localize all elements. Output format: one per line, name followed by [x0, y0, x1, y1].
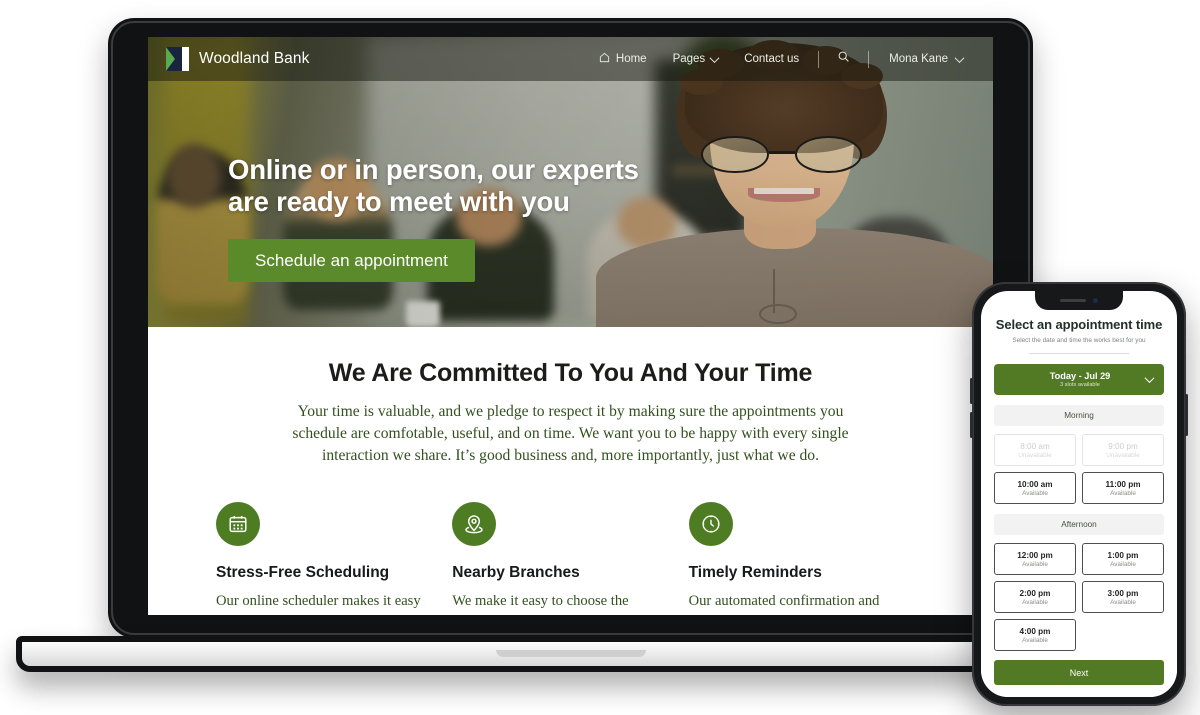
slot-grid-morning: 8:00 am Unavailable 9:00 pm Unavailable …: [994, 434, 1164, 504]
time-slot: 8:00 am Unavailable: [994, 434, 1076, 466]
front-camera-icon: [1093, 298, 1098, 303]
feature-title: Stress-Free Scheduling: [216, 564, 390, 582]
slot-state: Unavailable: [1018, 451, 1052, 459]
woodland-bank-logo-icon: [166, 47, 189, 71]
nav-divider: [818, 50, 820, 68]
volume-down-button[interactable]: [970, 412, 973, 438]
appointment-picker: Select an appointment time Select the da…: [981, 291, 1177, 652]
phone-notch: [1035, 291, 1123, 310]
phone-screen: Select an appointment time Select the da…: [981, 291, 1177, 697]
map-pin-icon: [452, 502, 497, 547]
feature-title: Timely Reminders: [688, 564, 822, 582]
hero-title-line1: Online or in person, our experts: [228, 154, 639, 185]
feature-stress-free-scheduling: Stress-Free Scheduling Our online schedu…: [216, 502, 452, 615]
nav-item-pages-label: Pages: [672, 53, 706, 65]
date-picker-label: Today - Jul 29: [1049, 371, 1111, 381]
slot-group-header-afternoon: Afternoon: [994, 514, 1164, 535]
time-slot: 9:00 pm Unavailable: [1082, 434, 1164, 466]
hero-title: Online or in person, our experts are rea…: [228, 154, 748, 218]
slot-state: Available: [1110, 560, 1136, 568]
calendar-icon: [216, 502, 260, 547]
slot-state: Available: [1110, 489, 1136, 497]
feature-timely-reminders: Timely Reminders Our automated confirmat…: [688, 502, 925, 615]
brand-name: Woodland Bank: [199, 50, 310, 67]
volume-up-button[interactable]: [970, 378, 973, 404]
time-slot[interactable]: 10:00 am Available: [994, 472, 1076, 504]
slot-state: Available: [1022, 598, 1048, 606]
hero-section: Woodland Bank Home Pages Contact us Mona…: [148, 37, 993, 327]
search-icon: [837, 50, 850, 68]
slot-time: 11:00 pm: [1105, 479, 1141, 489]
feature-body: Our online scheduler makes it easy to ge…: [216, 593, 421, 615]
home-icon: [599, 52, 610, 66]
laptop-trackpad-notch: [496, 650, 646, 657]
chevron-down-icon: [709, 52, 720, 63]
nav-item-home[interactable]: Home: [586, 52, 660, 66]
date-picker-dropdown[interactable]: Today - Jul 29 3 slots available: [994, 364, 1164, 395]
slot-state: Available: [1022, 560, 1048, 568]
time-slot[interactable]: 1:00 pm Available: [1082, 543, 1164, 575]
feature-title: Nearby Branches: [452, 564, 580, 582]
nav-divider-2: [868, 50, 870, 68]
date-picker-slots-note: 3 slots available: [1060, 382, 1100, 388]
slot-state: Available: [1110, 598, 1136, 606]
laptop-screen: Woodland Bank Home Pages Contact us Mona…: [148, 37, 993, 615]
laptop-base: [16, 636, 1126, 672]
power-button[interactable]: [1185, 394, 1188, 436]
slot-time: 1:00 pm: [1107, 550, 1139, 560]
user-name: Mona Kane: [889, 53, 948, 65]
nav-item-contact-us-label: Contact us: [744, 53, 800, 65]
hero-copy: Online or in person, our experts are rea…: [228, 154, 748, 282]
slot-state: Available: [1022, 636, 1048, 644]
slot-state: Unavailable: [1106, 451, 1140, 459]
section-body: Your time is valuable, and we pledge to …: [292, 403, 849, 465]
slot-time: 3:00 pm: [1107, 588, 1139, 598]
divider: [1029, 353, 1129, 354]
section-title: We Are Committed To You And Your Time: [328, 359, 813, 387]
brand-logo[interactable]: Woodland Bank: [166, 47, 309, 71]
feature-body: We make it easy to choose the location t…: [452, 593, 629, 615]
phone-mockup: Select an appointment time Select the da…: [970, 282, 1188, 706]
time-slot[interactable]: 11:00 pm Available: [1082, 472, 1164, 504]
slot-time: 9:00 pm: [1108, 441, 1138, 451]
content-section: We Are Committed To You And Your Time Yo…: [148, 327, 993, 615]
chevron-down-icon: [954, 52, 965, 63]
nav-item-contact-us[interactable]: Contact us: [731, 53, 812, 65]
slot-time: 8:00 am: [1020, 441, 1050, 451]
laptop-mockup: Woodland Bank Home Pages Contact us Mona…: [16, 18, 1126, 672]
appointment-subtitle: Select the date and time the works best …: [1012, 337, 1146, 344]
nav-item-pages[interactable]: Pages: [660, 52, 732, 65]
schedule-appointment-button[interactable]: Schedule an appointment: [228, 238, 475, 282]
site-navbar: Woodland Bank Home Pages Contact us Mona…: [148, 37, 993, 81]
hero-title-line2: are ready to meet with you: [228, 185, 570, 217]
time-slot[interactable]: 2:00 pm Available: [994, 581, 1076, 613]
time-slot[interactable]: 3:00 pm Available: [1082, 581, 1164, 613]
clock-icon: [688, 502, 733, 547]
user-menu[interactable]: Mona Kane: [875, 52, 971, 65]
slot-time: 4:00 pm: [1019, 626, 1051, 636]
slot-state: Available: [1022, 489, 1048, 497]
features-row: Stress-Free Scheduling Our online schedu…: [148, 502, 993, 615]
speaker-icon: [1060, 298, 1086, 303]
mockup-stage: Woodland Bank Home Pages Contact us Mona…: [0, 0, 1200, 715]
slot-group-header-morning: Morning: [994, 405, 1164, 426]
search-button[interactable]: [825, 50, 862, 68]
time-slot[interactable]: 12:00 pm Available: [994, 543, 1076, 575]
phone-footer: Next: [981, 652, 1177, 697]
chevron-down-icon: [1144, 373, 1155, 384]
feature-body: Our automated confirmation and reminder …: [688, 593, 880, 615]
slot-time: 10:00 am: [1017, 479, 1053, 489]
time-slot[interactable]: 4:00 pm Available: [994, 619, 1076, 651]
appointment-title: Select an appointment time: [995, 317, 1163, 332]
feature-nearby-branches: Nearby Branches We make it easy to choos…: [452, 502, 688, 615]
slot-time: 12:00 pm: [1017, 550, 1053, 560]
nav-links: Home Pages Contact us Mona Kane: [586, 50, 971, 68]
nav-item-home-label: Home: [615, 53, 647, 65]
slot-grid-afternoon: 12:00 pm Available 1:00 pm Available 2:0…: [994, 543, 1164, 651]
next-button[interactable]: Next: [994, 660, 1164, 685]
slot-time: 2:00 pm: [1019, 588, 1051, 598]
